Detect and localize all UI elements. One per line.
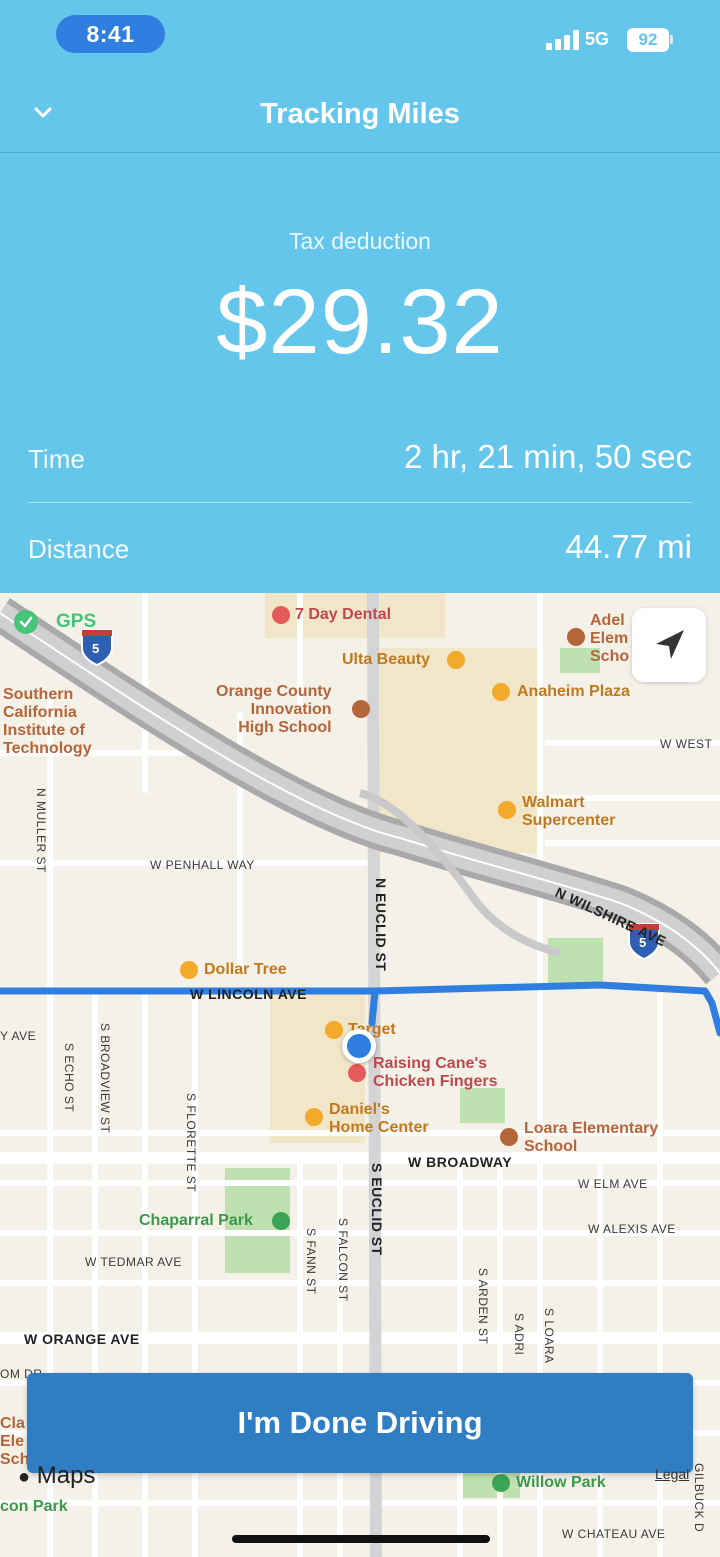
shopping-bag-icon	[305, 1108, 323, 1126]
street-w-alexis: W ALEXIS AVE	[588, 1222, 676, 1236]
poi-partial-park[interactable]: con Park	[0, 1498, 68, 1516]
distance-value: 44.77 mi	[565, 528, 692, 565]
street-w-lincoln: W LINCOLN AVE	[190, 986, 307, 1002]
signal-icon	[546, 30, 580, 50]
street-w-orange: W ORANGE AVE	[24, 1331, 140, 1347]
poi-dollar-tree[interactable]: Dollar Tree	[204, 961, 287, 979]
shopping-bag-icon	[492, 683, 510, 701]
tax-deduction-value: $29.32	[216, 271, 504, 373]
street-n-euclid: N EUCLID ST	[373, 878, 389, 972]
poi-anaheim-plaza[interactable]: Anaheim Plaza	[517, 683, 630, 701]
gps-check-icon	[14, 610, 38, 634]
street-s-loara: S LOARA	[542, 1308, 556, 1364]
school-icon	[500, 1128, 518, 1146]
apple-maps-logo: ● Maps	[18, 1462, 96, 1489]
tax-deduction-label: Tax deduction	[289, 228, 431, 254]
status-time: 8:41	[56, 15, 165, 53]
street-w-broadway: W BROADWAY	[408, 1154, 513, 1170]
time-label: Time	[28, 444, 85, 474]
street-n-muller: N MULLER ST	[34, 788, 48, 873]
poi-adel-elementary[interactable]: Adel Elem Scho	[590, 612, 629, 666]
done-driving-button[interactable]: I'm Done Driving	[27, 1373, 693, 1473]
school-icon	[352, 700, 370, 718]
location-arrow-icon	[656, 630, 684, 659]
poi-daniels-home-center[interactable]: Daniel's Home Center	[329, 1101, 429, 1137]
poi-chaparral-park[interactable]: Chaparral Park	[139, 1212, 253, 1230]
poi-raising-canes[interactable]: Raising Cane's Chicken Fingers	[373, 1055, 497, 1091]
shopping-bag-icon	[180, 961, 198, 979]
time-row: Time 2 hr, 21 min, 50 sec	[28, 430, 692, 503]
street-s-echo: S ECHO ST	[62, 1043, 76, 1113]
network-type: 5G	[585, 29, 610, 49]
street-gilbuck: GILBUCK D	[692, 1463, 706, 1533]
poi-orange-county-innovation[interactable]: Orange County Innovation High School	[216, 683, 332, 737]
nav-bar: Tracking Miles	[0, 78, 720, 153]
current-location-dot	[342, 1029, 376, 1063]
status-bar: 8:41 5G 92	[0, 0, 720, 70]
street-s-euclid: S EUCLID ST	[369, 1163, 385, 1256]
street-w-penhall: W PENHALL WAY	[150, 858, 255, 872]
street-w-tedmar: W TEDMAR AVE	[85, 1255, 182, 1269]
poi-walmart-supercenter[interactable]: Walmart Supercenter	[522, 794, 615, 830]
street-y-ave: Y AVE	[0, 1029, 37, 1043]
apple-icon: ●	[18, 1466, 31, 1488]
legal-link[interactable]: Legal	[655, 1466, 689, 1482]
time-value: 2 hr, 21 min, 50 sec	[404, 438, 692, 475]
poi-willow-park[interactable]: Willow Park	[516, 1474, 606, 1492]
street-s-fann: S FANN ST	[304, 1228, 318, 1295]
freeway-shield-label: 5	[92, 641, 100, 656]
battery-icon: 92	[627, 28, 669, 52]
shopping-bag-icon	[447, 651, 465, 669]
school-icon	[567, 628, 585, 646]
dental-icon	[272, 606, 290, 624]
street-s-falcon: S FALCON ST	[336, 1218, 350, 1302]
poi-loara-elementary[interactable]: Loara Elementary School	[524, 1120, 658, 1156]
battery-tip	[670, 35, 673, 44]
poi-partial-school[interactable]: Cla Ele Sch	[0, 1415, 29, 1469]
poi-ulta-beauty[interactable]: Ulta Beauty	[342, 651, 430, 669]
poi-southern-california-institute[interactable]: Southern California Institute of Technol…	[3, 686, 92, 758]
shopping-bag-icon	[325, 1021, 343, 1039]
street-s-broadview: S BROADVIEW ST	[98, 1023, 112, 1134]
tree-icon	[272, 1212, 290, 1230]
street-s-arden: S ARDEN ST	[476, 1268, 490, 1345]
page-title: Tracking Miles	[260, 98, 460, 130]
recenter-button[interactable]	[632, 608, 706, 682]
cart-icon	[498, 801, 516, 819]
street-s-florette: S FLORETTE ST	[184, 1093, 198, 1193]
poi-7-day-dental[interactable]: 7 Day Dental	[295, 606, 391, 624]
home-indicator[interactable]	[232, 1535, 490, 1543]
tracking-header: 8:41 5G 92 Tracking Miles Tax deduction …	[0, 0, 720, 593]
distance-row: Distance 44.77 mi	[28, 520, 692, 580]
distance-label: Distance	[28, 534, 130, 564]
street-s-adri: S ADRI	[512, 1313, 526, 1356]
fork-knife-icon	[348, 1064, 366, 1082]
street-w-chateau: W CHATEAU AVE	[562, 1527, 666, 1541]
gps-label: GPS	[56, 611, 97, 632]
street-w-west: W WEST	[660, 737, 713, 751]
street-w-elm: W ELM AVE	[578, 1177, 648, 1191]
tree-icon	[492, 1474, 510, 1492]
